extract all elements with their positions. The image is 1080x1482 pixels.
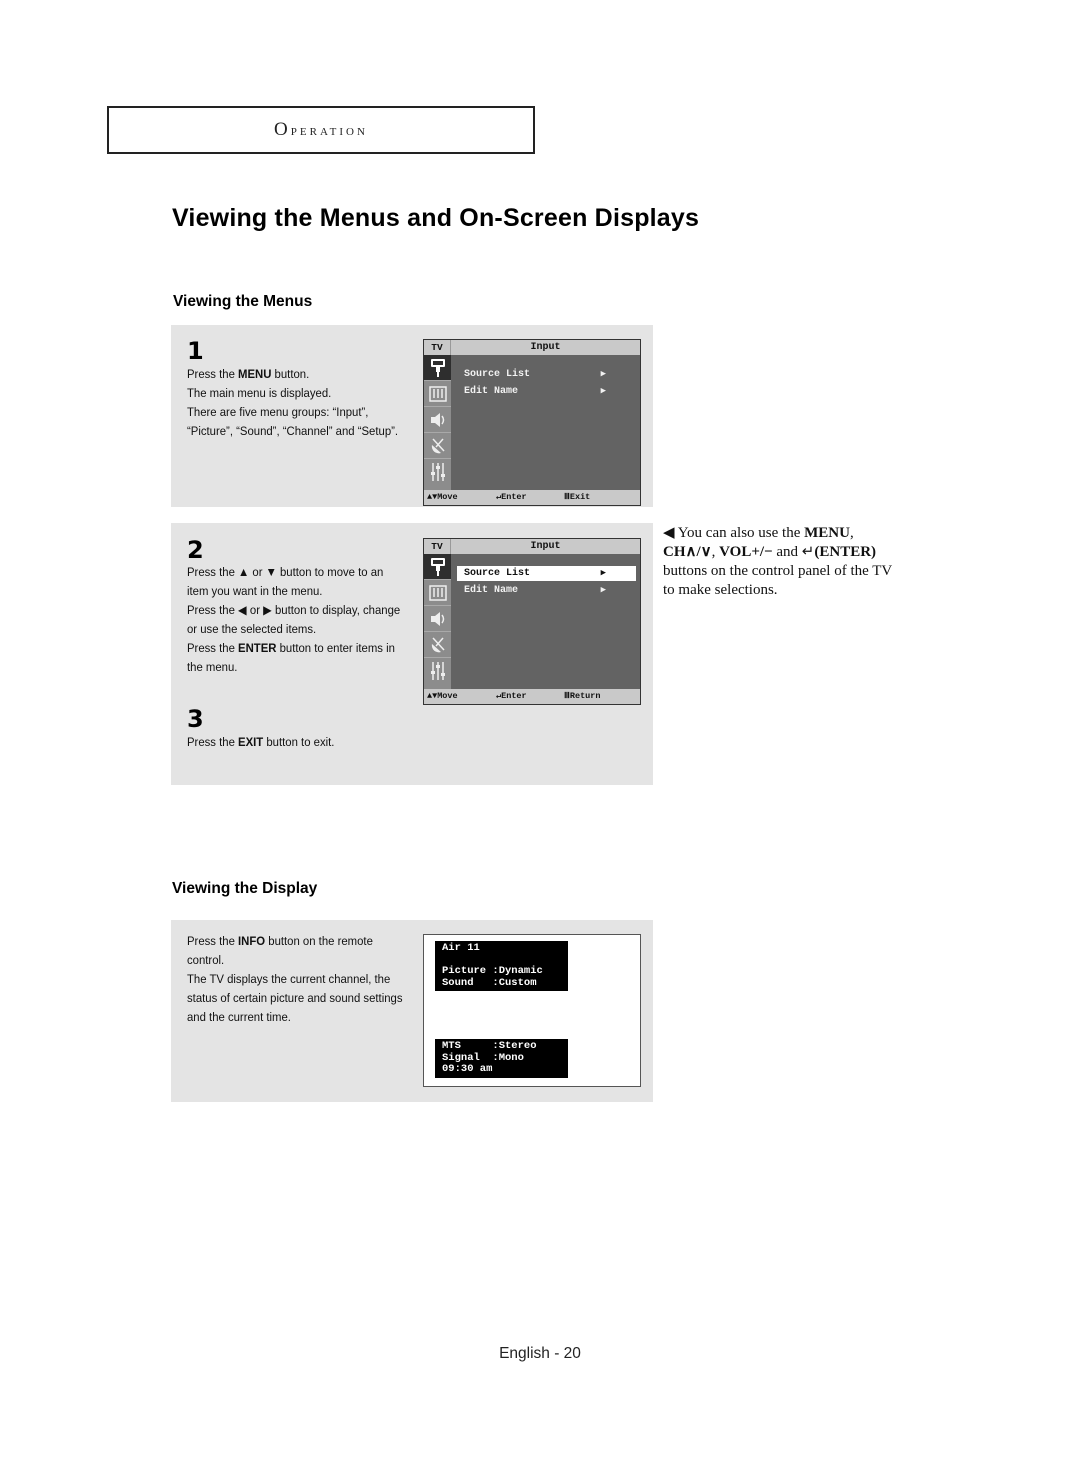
picture-icon[interactable] (424, 580, 451, 606)
osd-title: Input (530, 541, 561, 552)
setup-icon[interactable] (424, 459, 451, 485)
section-header: Operation (107, 106, 535, 154)
tv-info-screen: Air 11 Picture :Dynamic Sound :Custom MT… (423, 934, 641, 1087)
osd-item-edit-name[interactable]: Edit Name ▶ (457, 384, 636, 399)
osd-enter-hint: ↵Enter (496, 492, 527, 502)
page-title: Viewing the Menus and On-Screen Displays (172, 204, 700, 232)
step-2-text: Press the ▲ or ▼ button to move to an it… (187, 565, 401, 674)
osd-enter-hint: ↵Enter (496, 691, 527, 701)
menus-section-title: Viewing the Menus (173, 293, 313, 310)
osd-move-hint: ▲▼Move (427, 492, 458, 502)
step-2-3-panel: 2 Press the ▲ or ▼ button to move to an … (171, 523, 653, 785)
section-header-label: Operation (274, 119, 368, 140)
osd-item-source-list[interactable]: Source List ▶ (457, 367, 636, 382)
enter-icon: ↵ (801, 544, 815, 560)
osd-tv-label: TV (424, 340, 451, 355)
arrow-right-icon: ▶ (600, 386, 606, 396)
step-3-text: Press the EXIT button to exit. (187, 735, 335, 749)
osd-return-hint: ⅢReturn (564, 691, 601, 701)
tv-osd-menu-selected: TV Input Source List ▶ Edit Name ▶ ▲▼Mov… (423, 538, 641, 705)
osd-title: Input (530, 342, 561, 353)
side-note: ◀ You can also use the MENU, CH∧/∨, VOL+… (663, 525, 892, 598)
osd-exit-hint: ⅢExit (564, 492, 591, 502)
osd-footer: ▲▼Move ↵Enter ⅢReturn (424, 689, 640, 704)
input-icon[interactable] (424, 355, 451, 381)
osd-move-hint: ▲▼Move (427, 691, 458, 701)
arrow-right-icon: ▶ (600, 585, 606, 595)
info-channel-block: Air 11 Picture :Dynamic Sound :Custom (435, 941, 568, 991)
step-number: 1 (187, 337, 204, 365)
osd-footer: ▲▼Move ↵Enter ⅢExit (424, 490, 640, 505)
display-panel: Press the INFO button on the remote cont… (171, 920, 653, 1102)
step-1-text: Press the MENU button. The main menu is … (187, 367, 399, 438)
input-icon[interactable] (424, 554, 451, 580)
channel-icon[interactable] (424, 632, 451, 658)
step-number: 2 (187, 536, 204, 564)
picture-icon[interactable] (424, 381, 451, 407)
info-audio-block: MTS :Stereo Signal :Mono 09:30 am (435, 1039, 568, 1078)
osd-sidebar (424, 355, 451, 490)
arrow-right-icon: ▶ (600, 568, 606, 578)
setup-icon[interactable] (424, 658, 451, 684)
osd-sidebar (424, 554, 451, 689)
sound-icon[interactable] (424, 606, 451, 632)
tv-osd-menu: TV Input Source List ▶ Edit Name ▶ ▲▼Mov… (423, 339, 641, 506)
sound-icon[interactable] (424, 407, 451, 433)
channel-icon[interactable] (424, 433, 451, 459)
arrow-right-icon: ▶ (600, 369, 606, 379)
osd-item-edit-name[interactable]: Edit Name ▶ (457, 583, 636, 598)
osd-tv-label: TV (424, 539, 451, 554)
osd-item-source-list[interactable]: Source List ▶ (457, 566, 636, 581)
display-section-title: Viewing the Display (172, 880, 318, 897)
page-number: English - 20 (499, 1345, 581, 1362)
step-number: 3 (187, 705, 204, 733)
step-1-panel: 1 Press the MENU button. The main menu i… (171, 325, 653, 507)
display-text: Press the INFO button on the remote cont… (187, 934, 403, 1024)
